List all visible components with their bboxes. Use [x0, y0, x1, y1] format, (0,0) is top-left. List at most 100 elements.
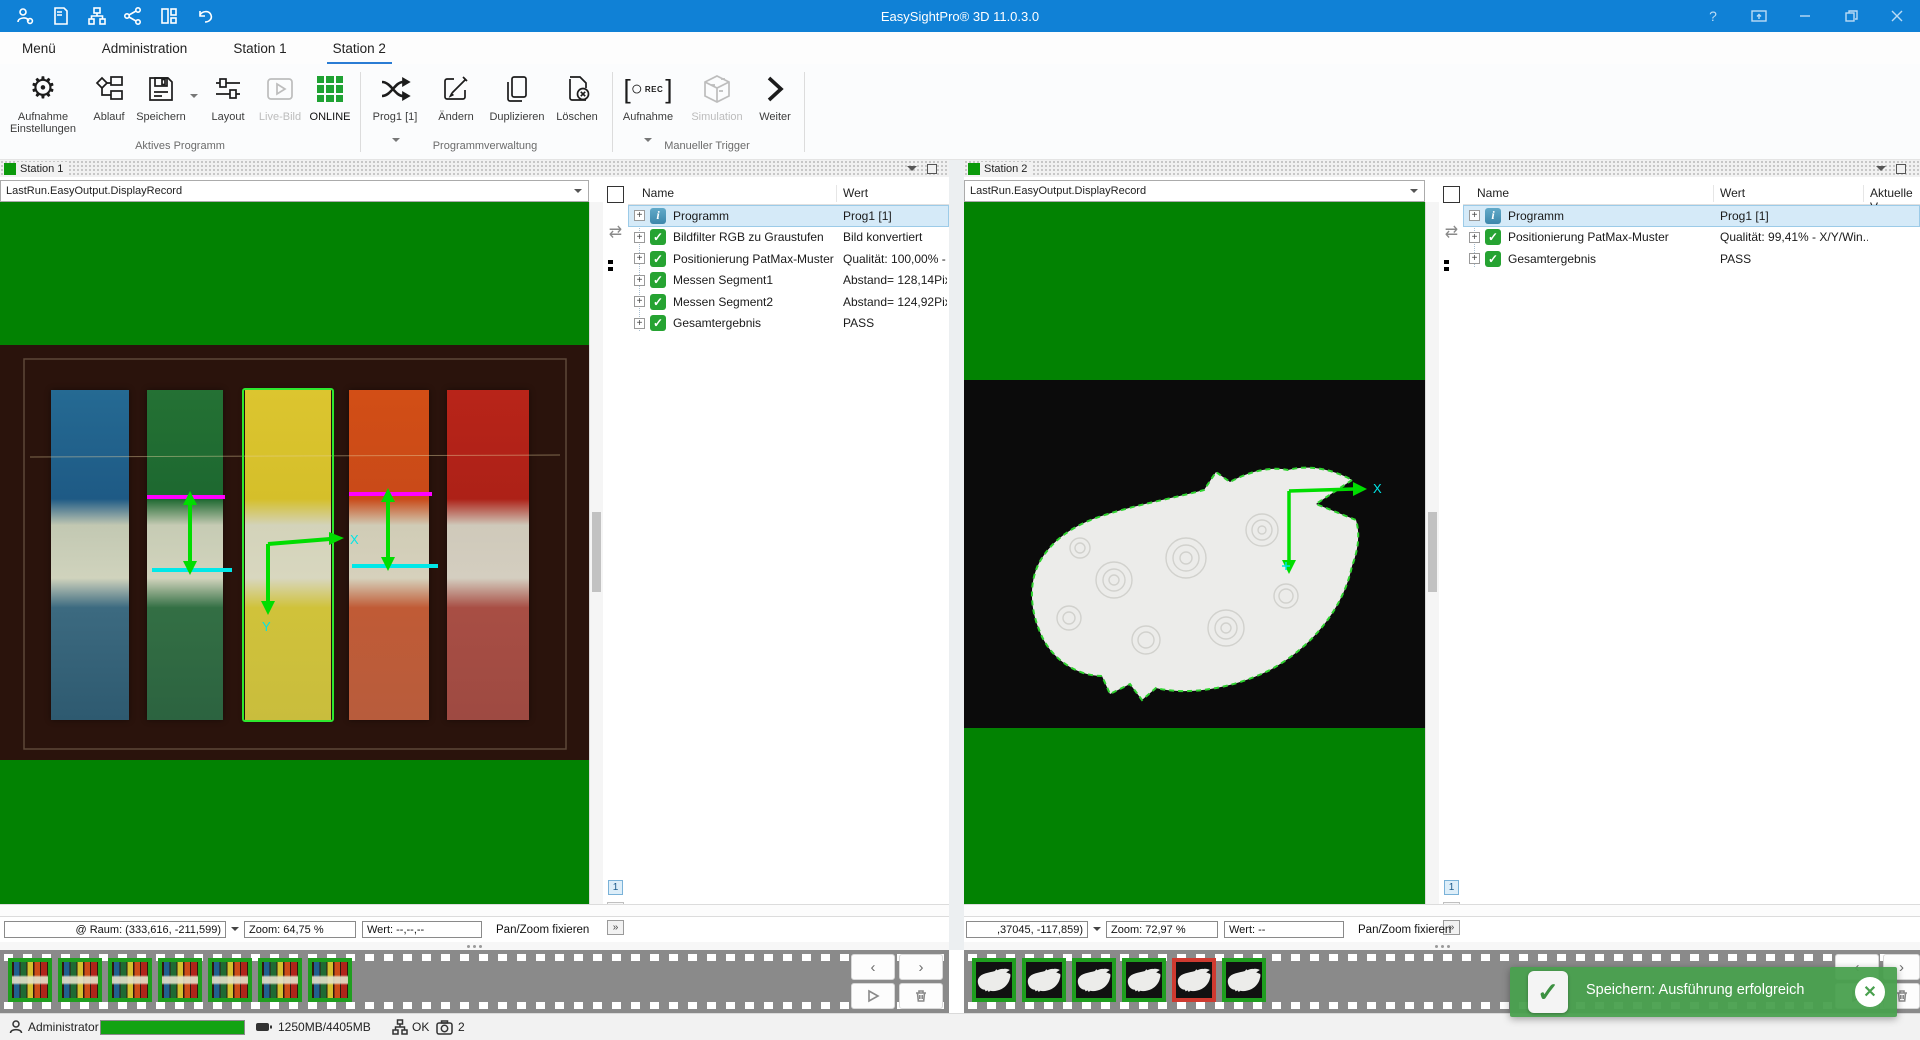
record-list-icon[interactable] [605, 258, 626, 274]
station2-horizontal-scrollbar[interactable] [964, 904, 1920, 917]
filmstrip-thumbnail[interactable] [258, 958, 302, 1002]
tab-station-2[interactable]: Station 2 [319, 34, 400, 63]
tab-red [447, 390, 529, 720]
maximize-icon[interactable] [1828, 0, 1874, 32]
table-row[interactable]: +✓ Messen Segment2Abstand= 124,92Pix [628, 291, 949, 313]
station2-record-selector[interactable]: LastRun.EasyOutput.DisplayRecord [964, 180, 1425, 202]
trash-icon[interactable] [899, 983, 943, 1009]
panel-splitter[interactable] [949, 160, 964, 950]
filmstrip-play-button[interactable] [851, 983, 895, 1009]
filmstrip-thumbnail[interactable] [1022, 958, 1066, 1002]
expand-icon[interactable]: + [1469, 253, 1480, 264]
weiter-button[interactable]: Weiter [752, 70, 798, 123]
aendern-button[interactable]: Ändern [430, 70, 482, 123]
expand-icon[interactable]: + [634, 210, 645, 221]
filmstrip-thumbnail[interactable] [1122, 958, 1166, 1002]
station2-table-header[interactable]: Name Wert Aktuelle V [1463, 183, 1920, 205]
station2-image-view[interactable]: X [964, 202, 1425, 904]
expand-icon[interactable]: + [634, 275, 645, 286]
station2-header-dropdown-icon[interactable] [1876, 166, 1886, 176]
color-swatch-button[interactable] [1441, 186, 1462, 203]
table-row[interactable]: +i ProgrammProg1 [1] [628, 205, 949, 227]
station1-vertical-scrollbar[interactable] [589, 202, 603, 904]
record-list-icon[interactable] [1441, 258, 1462, 274]
ablauf-button[interactable]: Ablauf [84, 70, 134, 123]
station1-image-view[interactable]: X Y [0, 202, 589, 904]
table-row[interactable]: +✓ GesamtergebnisPASS [628, 313, 949, 335]
filmstrip-next-button[interactable]: › [899, 954, 943, 980]
station1-record-selector[interactable]: LastRun.EasyOutput.DisplayRecord [0, 180, 589, 202]
zoom-field[interactable]: Zoom: 72,97 % [1106, 921, 1218, 938]
color-swatch-button[interactable] [605, 186, 626, 203]
aufnahme-einstellungen-button[interactable]: ⚙ Aufnahme Einstellungen [6, 70, 80, 135]
filmstrip-thumbnail[interactable] [308, 958, 352, 1002]
help-icon[interactable]: ? [1690, 0, 1736, 32]
expand-icon[interactable]: + [634, 253, 645, 264]
table-row[interactable]: +✓ Positionierung PatMax-MusterQualität:… [628, 248, 949, 270]
raum-dropdown-icon[interactable] [1093, 927, 1101, 935]
table-row[interactable]: +✓ Bildfilter RGB zu GraustufenBild konv… [628, 227, 949, 249]
station1-header-dropdown-icon[interactable] [907, 166, 917, 176]
column-name[interactable]: Name [1477, 186, 1509, 200]
tab-administration[interactable]: Administration [88, 34, 202, 63]
online-button[interactable]: ONLINE [304, 70, 356, 123]
speichern-button[interactable]: Speichern [134, 70, 188, 123]
filmstrip-thumbnail[interactable] [1072, 958, 1116, 1002]
column-wert[interactable]: Wert [843, 186, 868, 200]
column-name[interactable]: Name [642, 186, 674, 200]
pan-zoom-lock-label[interactable]: Pan/Zoom fixieren [496, 924, 589, 936]
station1-page-badge[interactable]: 1 [605, 880, 626, 895]
table-row[interactable]: +✓ GesamtergebnisPASS [1463, 248, 1920, 270]
station2-maximize-icon[interactable] [1896, 164, 1906, 174]
tab-station-1[interactable]: Station 1 [219, 34, 300, 63]
filmstrip-prev-button[interactable]: ‹ [851, 954, 895, 980]
filmstrip-thumbnail[interactable] [972, 958, 1016, 1002]
pan-zoom-lock-label[interactable]: Pan/Zoom fixieren [1358, 924, 1451, 936]
swap-view-icon[interactable]: ⇄ [605, 222, 626, 242]
minimize-icon[interactable] [1782, 0, 1828, 32]
program-select-button[interactable]: Prog1 [1] [364, 70, 426, 123]
station1-horizontal-scrollbar[interactable] [0, 904, 949, 917]
raum-dropdown-icon[interactable] [231, 927, 239, 935]
station1-maximize-icon[interactable] [927, 164, 937, 174]
station2-status-square [968, 163, 980, 175]
station1-splitter-grip[interactable] [0, 942, 949, 950]
wert-field[interactable]: Wert: -- [1224, 921, 1344, 938]
duplizieren-button[interactable]: Duplizieren [484, 70, 550, 123]
dock-window-icon[interactable] [1736, 0, 1782, 32]
layout-button[interactable]: Layout [200, 70, 256, 123]
filmstrip-thumbnail[interactable] [208, 958, 252, 1002]
filmstrip-thumbnail[interactable] [108, 958, 152, 1002]
table-row[interactable]: +i ProgrammProg1 [1] [1463, 205, 1920, 227]
expand-icon[interactable]: + [634, 296, 645, 307]
filmstrip-thumbnail-selected[interactable] [1172, 958, 1216, 1002]
filmstrip-thumbnail[interactable] [1222, 958, 1266, 1002]
expand-icon[interactable]: + [1469, 210, 1480, 221]
expand-icon[interactable]: + [634, 232, 645, 243]
wert-field[interactable]: Wert: --,--,-- [362, 921, 482, 938]
loeschen-button[interactable]: Löschen [550, 70, 604, 123]
raum-field[interactable]: ,37045, -117,859) [966, 921, 1088, 938]
swap-view-icon[interactable]: ⇄ [1441, 222, 1462, 242]
station1-table-header[interactable]: Name Wert [628, 183, 949, 205]
raum-field[interactable]: @ Raum: (333,616, -211,599) [4, 921, 226, 938]
table-row[interactable]: +✓ Messen Segment1Abstand= 128,14Pix [628, 270, 949, 292]
close-icon[interactable] [1874, 0, 1920, 32]
speichern-dropdown-icon[interactable] [190, 94, 198, 102]
aufnahme-trigger-button[interactable]: [○REC] Aufnahme [618, 70, 678, 123]
expand-icon[interactable]: + [1469, 232, 1480, 243]
toast-close-icon[interactable]: ✕ [1855, 977, 1885, 1007]
column-wert[interactable]: Wert [1720, 186, 1745, 200]
filmstrip-thumbnail[interactable] [58, 958, 102, 1002]
expand-icon[interactable]: + [634, 318, 645, 329]
filmstrip-thumbnail[interactable] [158, 958, 202, 1002]
filmstrip-thumbnail[interactable] [8, 958, 52, 1002]
station2-splitter-grip[interactable] [964, 942, 1920, 950]
table-row[interactable]: +✓ Positionierung PatMax-MusterQualität:… [1463, 227, 1920, 249]
zoom-field[interactable]: Zoom: 64,75 % [244, 921, 356, 938]
station1-tool-strip: ⇄ 1 − » [603, 180, 628, 942]
station2-vertical-scrollbar[interactable] [1425, 202, 1439, 904]
contour-outline [1032, 468, 1358, 700]
station2-page-badge[interactable]: 1 [1441, 880, 1462, 895]
menu-button[interactable]: Menü [8, 34, 70, 63]
